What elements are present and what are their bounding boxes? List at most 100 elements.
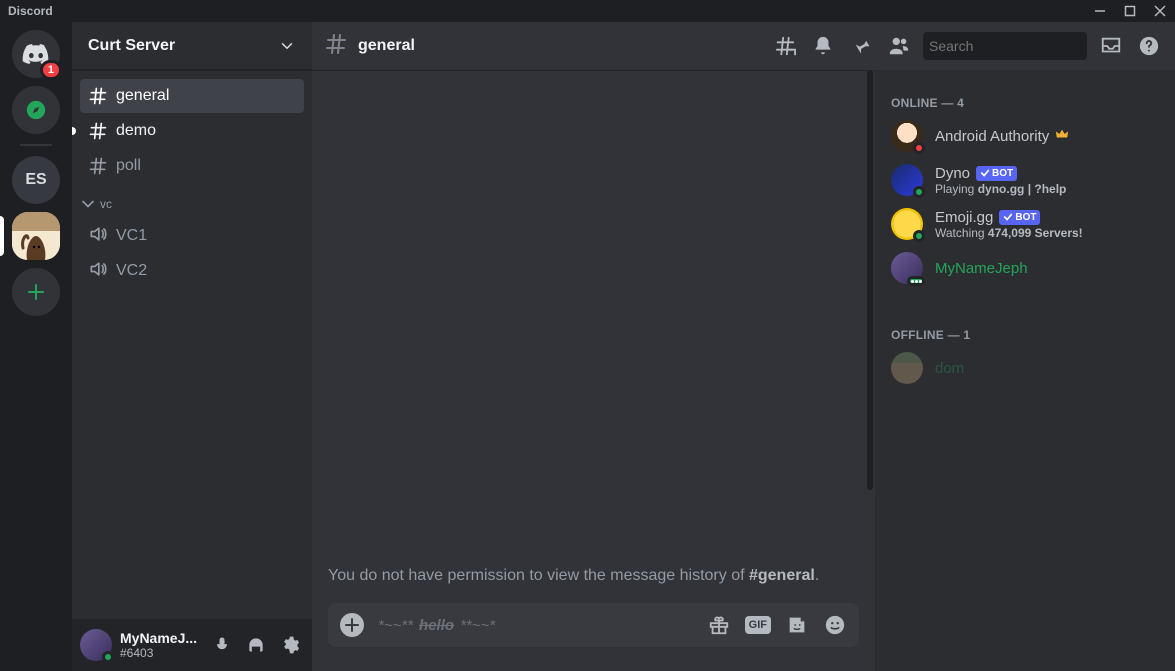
header-channel-name: general	[358, 37, 415, 55]
members-column: ONLINE — 4 Android Authority	[875, 70, 1175, 671]
guild-icon	[12, 212, 60, 260]
member-avatar	[891, 352, 923, 384]
hash-icon	[88, 121, 108, 141]
chevron-down-icon	[278, 37, 296, 55]
member-avatar	[891, 208, 923, 240]
online-section-label: ONLINE — 4	[883, 86, 1167, 114]
activity-prefix: Watching	[935, 226, 988, 240]
channel-label: demo	[116, 122, 156, 140]
window-close-button[interactable]	[1153, 4, 1167, 18]
mute-button[interactable]	[208, 631, 236, 659]
hash-icon	[324, 32, 348, 61]
member-mynamejeph[interactable]: MyNameJeph	[883, 246, 1167, 290]
pinned-button[interactable]	[847, 32, 875, 60]
member-avatar	[891, 252, 923, 284]
status-online-icon	[913, 186, 925, 198]
member-emojigg[interactable]: Emoji.gg BOT Watching 474,099 Servers!	[883, 202, 1167, 246]
server-header[interactable]: Curt Server	[72, 22, 312, 70]
voice-channel-vc1[interactable]: VC1	[80, 219, 304, 253]
threads-button[interactable]	[771, 32, 799, 60]
composer-markup-mid: hello	[419, 617, 454, 634]
chat-header: general	[312, 22, 1175, 70]
main-panel: general You do not have permission	[312, 22, 1175, 671]
help-button[interactable]	[1135, 32, 1163, 60]
hash-icon	[88, 86, 108, 106]
search-input[interactable]	[929, 38, 1110, 54]
bot-tag: BOT	[999, 210, 1040, 225]
status-online-icon	[102, 651, 114, 663]
composer-input[interactable]: *~~** hello **~~*	[378, 617, 693, 634]
add-server-button[interactable]	[12, 268, 60, 316]
notifications-button[interactable]	[809, 32, 837, 60]
perm-channel: #general	[749, 567, 815, 584]
activity-text: 474,099 Servers!	[988, 226, 1083, 240]
status-online-icon	[913, 230, 925, 242]
window-maximize-button[interactable]	[1123, 4, 1137, 18]
guilds-column: 1 ES	[0, 22, 72, 671]
composer-markup-right: **~~*	[460, 617, 495, 634]
settings-button[interactable]	[276, 631, 304, 659]
guild-selected-indicator	[0, 216, 4, 256]
perm-suffix: .	[815, 567, 819, 584]
gif-button[interactable]: GIF	[745, 616, 771, 634]
emoji-button[interactable]	[823, 613, 847, 637]
explore-button[interactable]	[12, 86, 60, 134]
member-name: Android Authority	[935, 128, 1049, 145]
member-name: Emoji.gg	[935, 209, 993, 226]
channel-poll[interactable]: poll	[80, 149, 304, 183]
attach-button[interactable]	[340, 613, 364, 637]
channel-label: VC1	[116, 227, 147, 245]
channel-sidebar: Curt Server general demo poll	[72, 22, 312, 671]
members-toggle-button[interactable]	[885, 32, 913, 60]
composer-markup-left: *~~**	[378, 617, 413, 634]
offline-section-label: OFFLINE — 1	[883, 318, 1167, 346]
status-online-icon	[907, 276, 925, 286]
mentions-badge: 1	[40, 60, 62, 80]
channel-general[interactable]: general	[80, 79, 304, 113]
home-button[interactable]: 1	[12, 30, 60, 78]
unread-indicator	[72, 127, 76, 135]
search-box[interactable]	[923, 32, 1087, 60]
hash-icon	[88, 156, 108, 176]
window-minimize-button[interactable]	[1093, 4, 1107, 18]
window-titlebar: Discord	[0, 0, 1175, 22]
channel-label: poll	[116, 157, 141, 175]
scrollbar[interactable]	[867, 70, 875, 611]
member-name: MyNameJeph	[935, 260, 1028, 277]
activity-prefix: Playing	[935, 182, 978, 196]
channel-label: general	[116, 87, 169, 105]
member-dyno[interactable]: Dyno BOT Playing dyno.gg | ?help	[883, 158, 1167, 202]
guild-initials: ES	[25, 171, 46, 189]
user-info[interactable]: MyNameJ... #6403	[120, 630, 200, 660]
guild-curt-server[interactable]	[12, 212, 60, 260]
member-avatar	[891, 120, 923, 152]
guild-es[interactable]: ES	[12, 156, 60, 204]
channel-list: general demo poll vc VC1	[72, 70, 312, 619]
member-name: Dyno	[935, 165, 970, 182]
status-dnd-icon	[913, 142, 925, 154]
messages-area: You do not have permission to view the m…	[312, 70, 875, 671]
sticker-button[interactable]	[785, 613, 809, 637]
voice-category[interactable]: vc	[72, 184, 312, 218]
category-label: vc	[100, 197, 112, 211]
channel-demo[interactable]: demo	[80, 114, 304, 148]
owner-crown-icon	[1055, 127, 1069, 145]
member-dom[interactable]: dom	[883, 346, 1167, 390]
server-name: Curt Server	[88, 37, 175, 55]
user-avatar[interactable]	[80, 629, 112, 661]
user-name: MyNameJ...	[120, 630, 200, 646]
permission-notice: You do not have permission to view the m…	[328, 565, 859, 587]
bot-tag: BOT	[976, 166, 1017, 181]
inbox-button[interactable]	[1097, 32, 1125, 60]
voice-channel-vc2[interactable]: VC2	[80, 254, 304, 288]
member-avatar	[891, 164, 923, 196]
speaker-icon	[88, 224, 108, 249]
perm-prefix: You do not have permission to view the m…	[328, 567, 749, 584]
channel-label: VC2	[116, 262, 147, 280]
guild-divider	[20, 144, 52, 146]
deafen-button[interactable]	[242, 631, 270, 659]
member-android-authority[interactable]: Android Authority	[883, 114, 1167, 158]
message-composer: *~~** hello **~~* GIF	[328, 603, 859, 647]
speaker-icon	[88, 259, 108, 284]
gift-button[interactable]	[707, 613, 731, 637]
